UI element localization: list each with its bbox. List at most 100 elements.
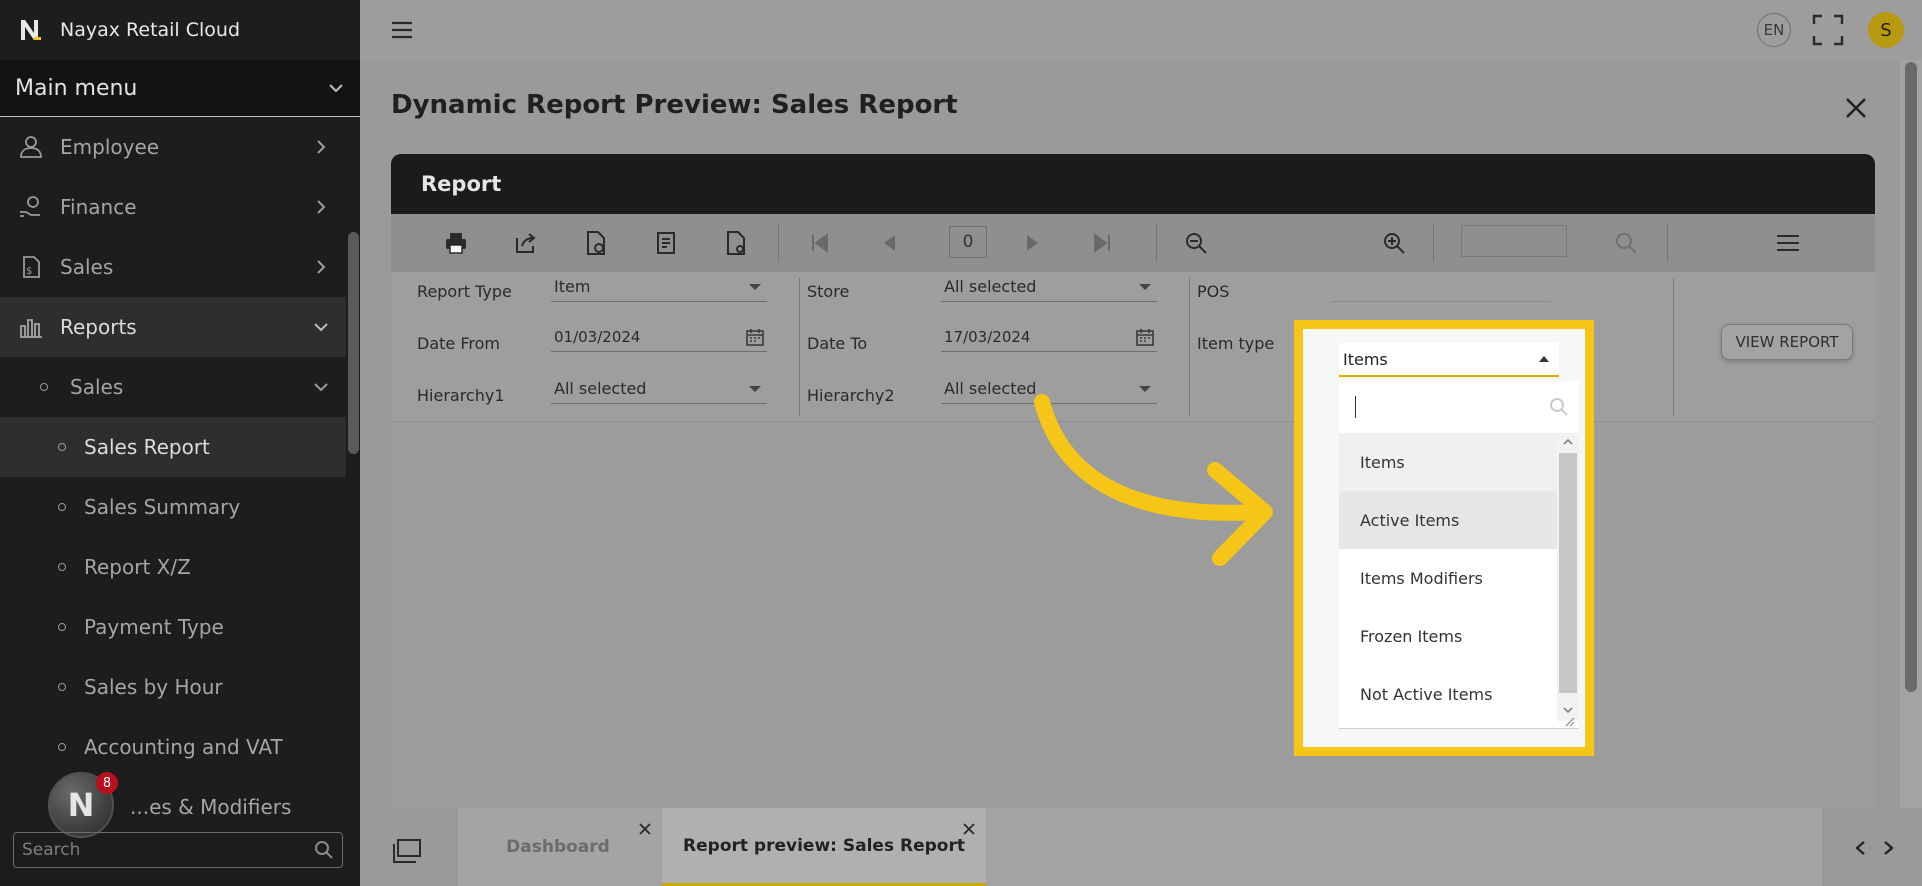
view-report-button[interactable]: VIEW REPORT (1721, 324, 1853, 360)
brand[interactable]: Nayax Retail Cloud (0, 0, 360, 60)
date-to-input[interactable]: 17/03/2024 (941, 322, 1157, 352)
dropdown-scrollbar[interactable] (1557, 433, 1579, 721)
zoom-out-icon[interactable] (1183, 230, 1209, 256)
tab-label: Report preview: Sales Report (683, 835, 965, 856)
first-page-icon[interactable] (807, 230, 833, 256)
store-label: Store (807, 282, 850, 301)
sidebar-item-label: Finance (60, 195, 137, 219)
fullscreen-icon[interactable] (1812, 14, 1844, 46)
top-bar: EN S (360, 0, 1922, 60)
sidebar-item-sales-report[interactable]: Sales Report (0, 417, 346, 477)
search-icon[interactable] (1613, 230, 1639, 256)
report-search-input[interactable] (1461, 225, 1567, 257)
bullet-icon (58, 563, 66, 571)
reports-icon (20, 319, 42, 338)
dropdown-option-items[interactable]: Items (1339, 433, 1557, 491)
chevron-left-icon[interactable] (1853, 840, 1869, 856)
page-title: Dynamic Report Preview: Sales Report (391, 90, 958, 120)
scroll-up-icon[interactable] (1563, 437, 1573, 447)
pos-select[interactable] (1331, 272, 1551, 302)
hamburger-menu-icon[interactable] (390, 18, 414, 42)
sidebar-subgroup-sales[interactable]: Sales (0, 357, 346, 417)
item-type-select[interactable]: Items (1339, 343, 1559, 377)
sidebar-item-report-xz[interactable]: Report X/Z (0, 537, 346, 597)
previous-page-icon[interactable] (877, 230, 903, 256)
sidebar-item-reports[interactable]: Reports (0, 297, 346, 357)
zoom-level-select[interactable]: 100% (1261, 227, 1357, 259)
date-from-input[interactable]: 01/03/2024 (551, 322, 767, 352)
sidebar-item-sales[interactable]: $ Sales (0, 237, 346, 297)
pos-label: POS (1197, 282, 1230, 301)
export-icon[interactable] (513, 230, 539, 256)
toolbar-divider (778, 224, 779, 262)
bullet-icon (58, 623, 66, 631)
date-from-label: Date From (417, 334, 500, 353)
print-icon[interactable] (443, 230, 469, 256)
caret-down-icon (1139, 283, 1151, 290)
sidebar-item-payment-type[interactable]: Payment Type (0, 597, 346, 657)
close-tab-icon[interactable] (638, 822, 652, 836)
dropdown-option-frozen-items[interactable]: Frozen Items (1339, 607, 1557, 665)
sidebar-item-label: Reports (60, 315, 137, 339)
option-label: Frozen Items (1360, 626, 1463, 646)
dropdown-option-not-active-items[interactable]: Not Active Items (1339, 665, 1557, 723)
sidebar-item-finance[interactable]: Finance (0, 177, 346, 237)
hierarchy1-select[interactable]: All selected (551, 374, 767, 404)
next-page-icon[interactable] (1019, 230, 1045, 256)
calendar-icon[interactable] (745, 327, 765, 347)
caret-down-icon (749, 385, 761, 392)
dropdown-option-items-modifiers[interactable]: Items Modifiers (1339, 549, 1557, 607)
page-scrollbar-thumb[interactable] (1905, 62, 1917, 692)
date-to-value: 17/03/2024 (944, 327, 1031, 346)
bullet-icon (58, 743, 66, 751)
option-label: Items Modifiers (1360, 568, 1483, 588)
close-tab-icon[interactable] (962, 822, 976, 836)
sidebar-scrollbar[interactable] (348, 232, 359, 454)
dropdown-scrollbar-thumb[interactable] (1559, 453, 1577, 693)
hierarchy2-label: Hierarchy2 (807, 386, 895, 405)
sidebar-item-sales-by-hour[interactable]: Sales by Hour (0, 657, 346, 717)
user-avatar[interactable]: S (1868, 12, 1904, 48)
sidebar-item-label: Payment Type (84, 615, 224, 639)
sidebar-item-label: Sales by Hour (84, 675, 223, 699)
sidebar-item-employee[interactable]: Employee (0, 117, 346, 177)
page-number-input[interactable]: 0 (949, 226, 987, 258)
document-icon[interactable] (653, 230, 679, 256)
sidebar-item-accounting-vat[interactable]: Accounting and VAT (0, 717, 346, 777)
dropdown-search-input[interactable] (1339, 381, 1579, 433)
chevron-right-icon[interactable] (1880, 840, 1896, 856)
scroll-down-icon[interactable] (1563, 705, 1573, 715)
close-icon[interactable] (1843, 95, 1869, 121)
chevron-down-icon (314, 383, 328, 392)
store-select[interactable]: All selected (941, 272, 1157, 302)
sidebar-item-label: Report X/Z (84, 555, 191, 579)
date-to-label: Date To (807, 334, 868, 353)
export-file-icon[interactable] (583, 230, 609, 256)
main-menu-header[interactable]: Main menu (0, 60, 360, 117)
report-type-value: Item (554, 277, 591, 296)
text-cursor (1355, 396, 1356, 418)
sidebar-item-sales-summary[interactable]: Sales Summary (0, 477, 346, 537)
resize-handle-icon[interactable] (1563, 715, 1575, 727)
report-header: Report (391, 154, 1875, 214)
last-page-icon[interactable] (1089, 230, 1115, 256)
bullet-icon (40, 383, 48, 391)
notification-launcher[interactable]: N 8 (48, 772, 118, 838)
sidebar-item-label: Sales Summary (84, 495, 241, 519)
tab-dashboard[interactable]: Dashboard (458, 808, 658, 886)
dropdown-option-active-items[interactable]: Active Items (1339, 491, 1557, 549)
calendar-icon[interactable] (1135, 327, 1155, 347)
document-settings-icon[interactable] (723, 230, 749, 256)
chevron-right-icon (317, 140, 326, 154)
sidebar-search-input[interactable]: Search (13, 832, 343, 868)
report-type-select[interactable]: Item (551, 272, 767, 302)
windows-icon[interactable] (392, 838, 422, 864)
language-selector[interactable]: EN (1757, 13, 1791, 47)
sidebar-item-label: Sales (60, 255, 114, 279)
sidebar-item-label: Employee (60, 135, 160, 159)
zoom-in-icon[interactable] (1381, 230, 1407, 256)
more-menu-icon[interactable] (1775, 230, 1801, 256)
item-type-value: Items (1343, 349, 1388, 369)
chevron-right-icon (317, 200, 326, 214)
tab-report-preview[interactable]: Report preview: Sales Report (662, 808, 986, 886)
